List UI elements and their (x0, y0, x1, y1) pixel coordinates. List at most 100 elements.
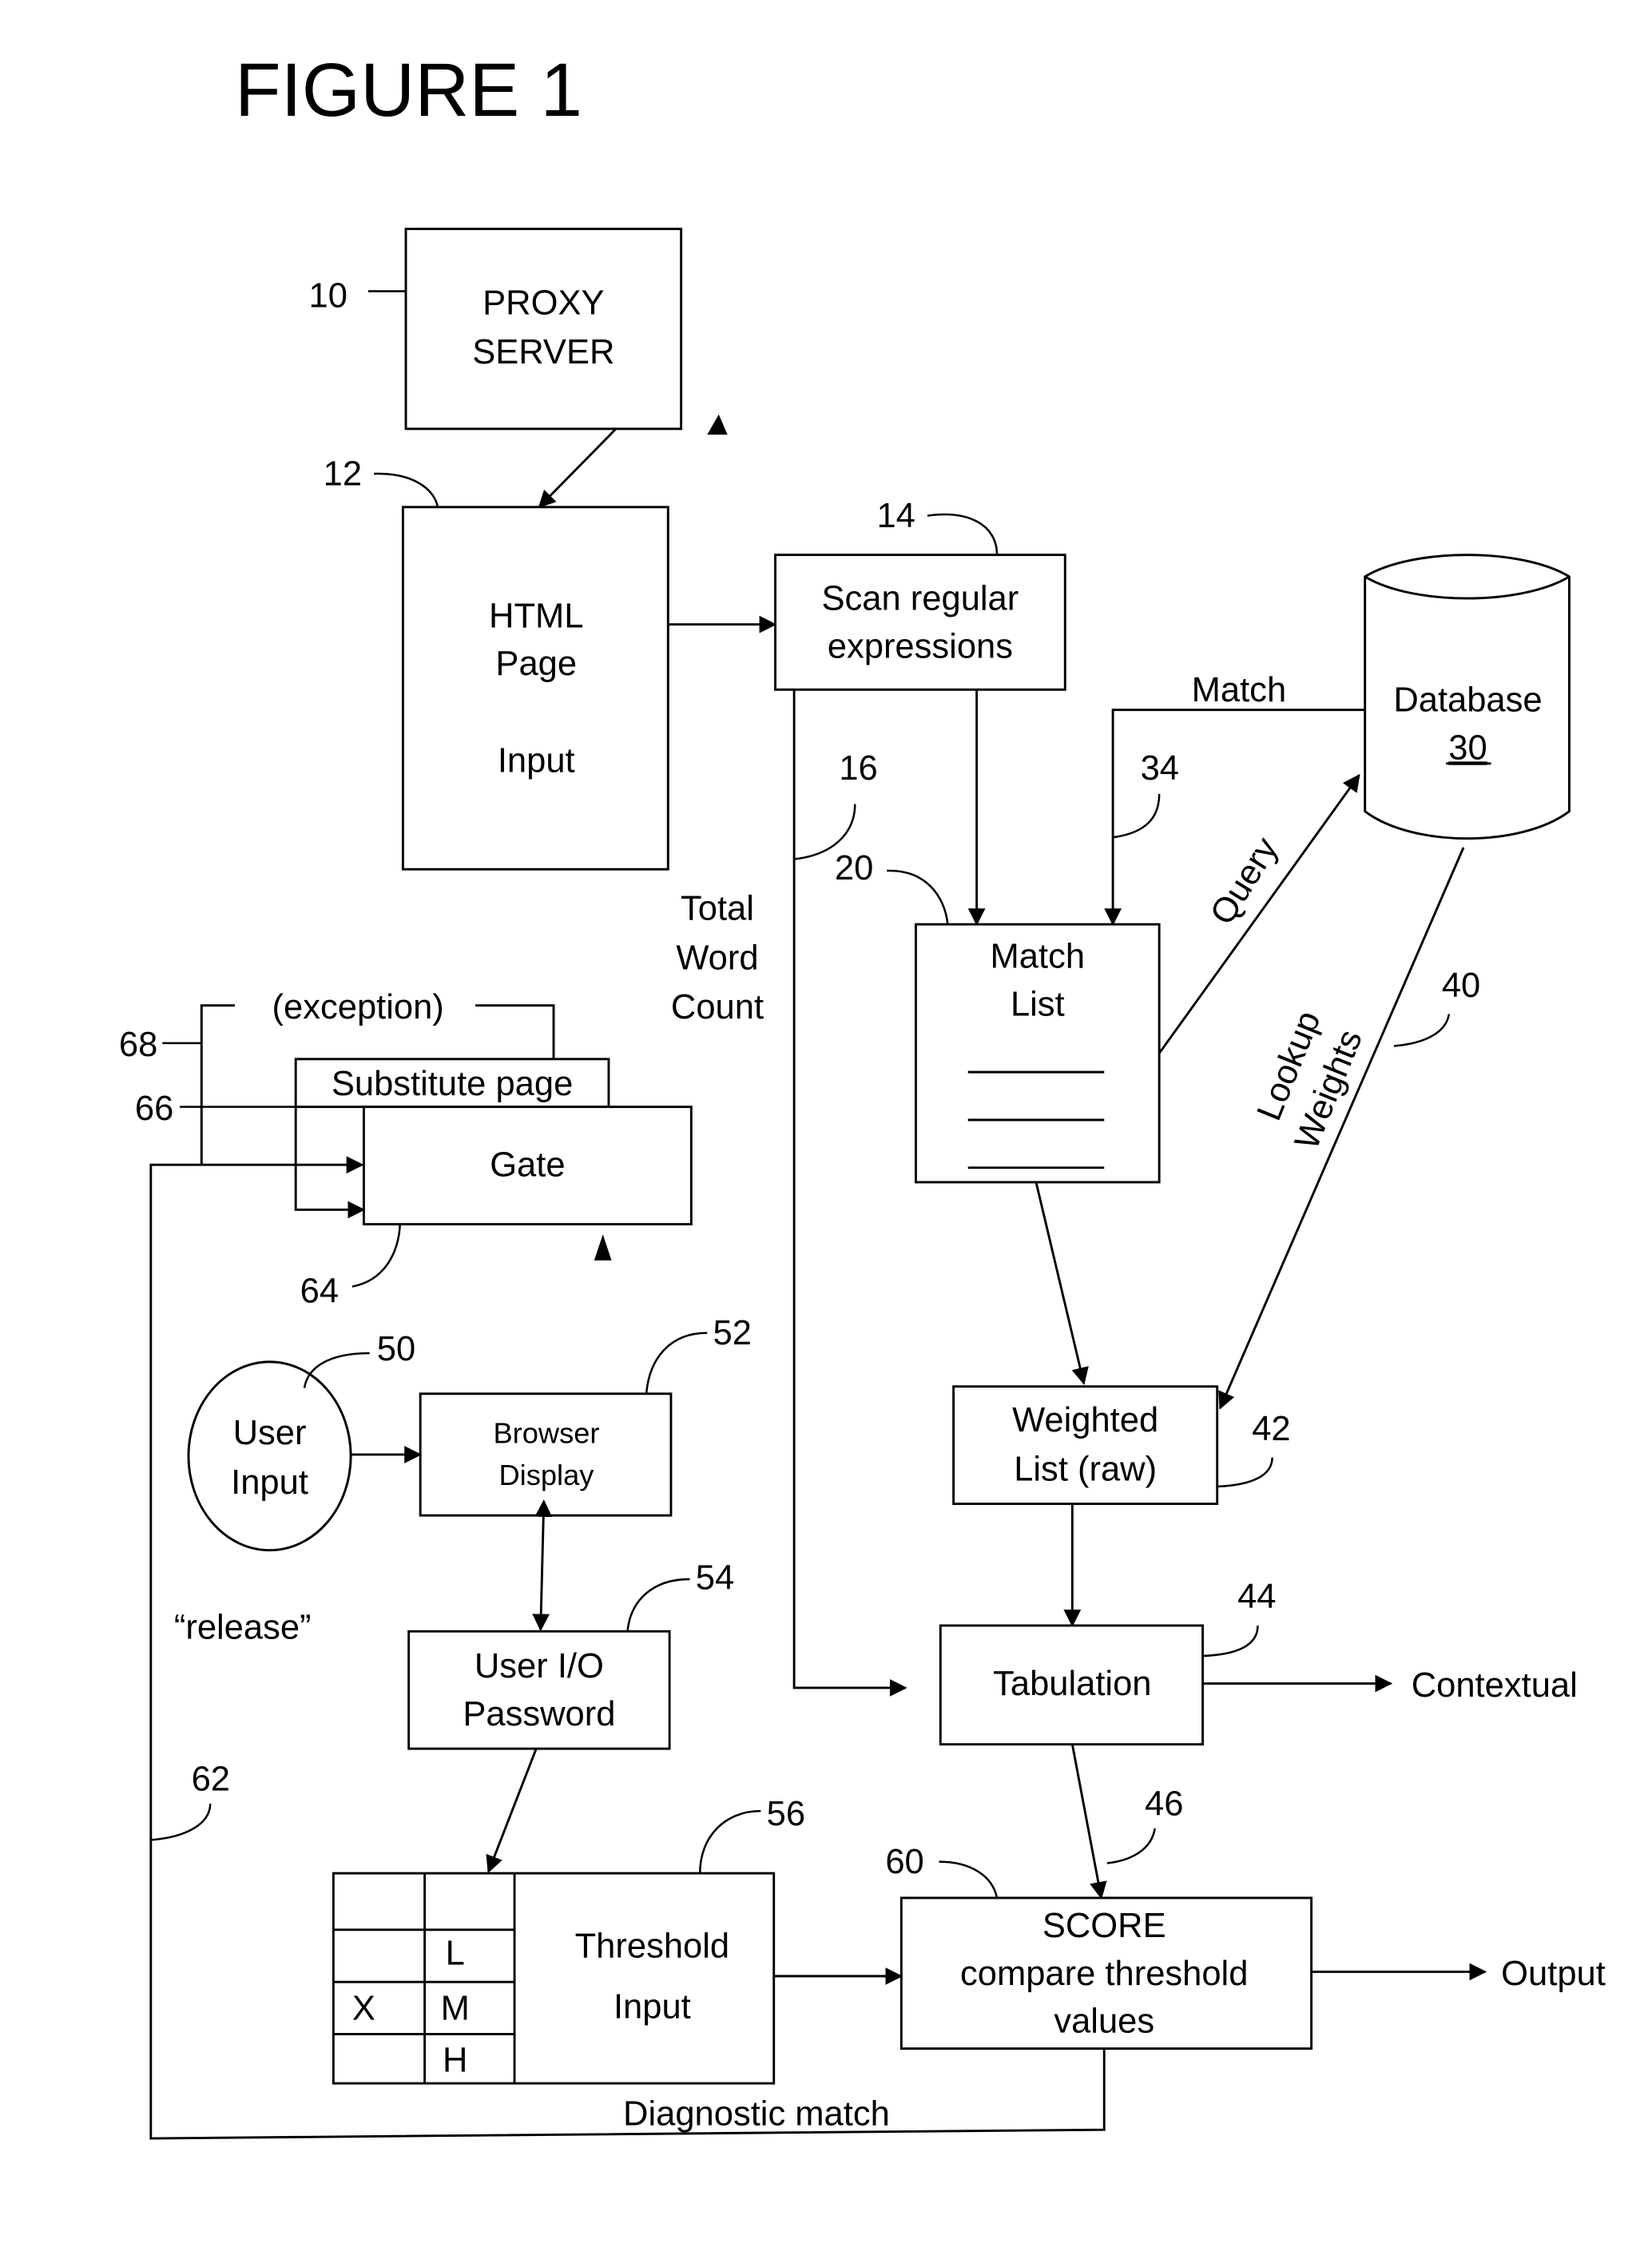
ref-50: 50 (377, 1330, 415, 1368)
gate-label: Gate (490, 1146, 565, 1185)
ref-52-leader (645, 1332, 708, 1394)
ref-60: 60 (885, 1843, 923, 1881)
release-label: “release” (174, 1608, 312, 1646)
ref-46-leader (1106, 1828, 1156, 1864)
html-page-line-3: Input (498, 742, 575, 780)
edge-matchlist-to-weighted (1034, 1181, 1089, 1385)
user-input-node: User Input (187, 1360, 352, 1552)
match-list-line-1: Match (991, 938, 1086, 976)
ref-34: 34 (1141, 749, 1179, 788)
ref-56: 56 (767, 1795, 805, 1833)
score-line-3: values (1054, 2003, 1154, 2041)
threshold-input-node: L X M H Threshold Input (332, 1872, 776, 2085)
edge-browser-userio-bidirectional (532, 1499, 553, 1632)
ref-56-leader (698, 1809, 761, 1874)
weighted-list-line-2: List (raw) (1014, 1451, 1157, 1489)
match-list-line-2: List (1011, 985, 1065, 1023)
ref-16: 16 (839, 749, 877, 788)
threshold-input-line-1: Threshold (575, 1927, 730, 1965)
total-word-count-line-3: Count (671, 988, 764, 1026)
ref-54-leader (626, 1578, 690, 1632)
ref-40-leader (1393, 1014, 1451, 1047)
query-edge-label: Query (1203, 831, 1286, 931)
ref-46: 46 (1145, 1785, 1183, 1824)
ref-64-leader (351, 1224, 402, 1288)
threshold-input-line-2: Input (614, 1987, 691, 2026)
stray-arrowhead-mark-2 (594, 1234, 612, 1261)
edge-proxy-to-html (538, 427, 618, 509)
match-edge-label: Match (1192, 671, 1287, 709)
threshold-level-high[interactable]: H (443, 2042, 467, 2080)
threshold-selected-mark[interactable]: X (352, 1989, 375, 2027)
edge-substitute-to-gate (294, 1106, 366, 1219)
total-word-count-line-1: Total (681, 890, 754, 928)
weighted-list-node: Weighted List (raw) (952, 1385, 1219, 1506)
ref-62: 62 (192, 1761, 230, 1799)
total-word-count-line-2: Word (676, 939, 758, 977)
match-list-node: Match List (914, 923, 1161, 1184)
exception-bracket-left (200, 1004, 236, 1165)
output-label: Output (1501, 1955, 1606, 1993)
weighted-list-line-1: Weighted (1012, 1401, 1158, 1439)
proxy-server-node: PROXY SERVER (404, 228, 683, 431)
ref-34-leader (1112, 793, 1161, 839)
ref-64: 64 (300, 1272, 339, 1311)
ref-42-leader (1217, 1457, 1273, 1488)
user-input-line-1: User (233, 1414, 307, 1452)
ref-40: 40 (1442, 967, 1480, 1005)
score-line-2: compare threshold (960, 1955, 1248, 1993)
ref-52: 52 (713, 1314, 752, 1352)
stray-arrowhead-mark (707, 414, 728, 435)
score-line-1: SCORE (1042, 1907, 1166, 1945)
edge-scan-to-tabulation (792, 689, 907, 1697)
contextual-label: Contextual (1412, 1666, 1578, 1705)
ref-62-leader (150, 1803, 212, 1841)
database-node: Database 30 (1364, 554, 1571, 840)
ref-66: 66 (135, 1090, 173, 1128)
ref-12: 12 (324, 455, 362, 494)
ref-10: 10 (309, 277, 347, 316)
tabulation-label: Tabulation (993, 1665, 1151, 1703)
html-page-node: HTML Page Input (401, 506, 669, 871)
threshold-level-medium[interactable]: M (441, 1989, 470, 2027)
ref-44: 44 (1237, 1578, 1276, 1616)
scan-regex-node: Scan regular expressions (774, 554, 1066, 691)
ref-20: 20 (835, 849, 873, 887)
edge-database-lookup-to-weighted (1218, 847, 1465, 1410)
exception-label: (exception) (272, 988, 444, 1026)
ref-20-leader (887, 869, 949, 925)
ref-14: 14 (876, 497, 915, 535)
gate-node: Gate (362, 1106, 693, 1226)
edge-tabulation-to-score (1070, 1744, 1107, 1900)
html-page-line-2: Page (495, 645, 577, 683)
ref-12-leader (374, 472, 439, 508)
user-io-line-2: Password (463, 1695, 615, 1733)
ref-68: 68 (119, 1026, 157, 1064)
user-io-password-node: User I/O Password (407, 1630, 671, 1750)
ref-44-leader (1202, 1625, 1259, 1658)
substitute-page-label: Substitute page (332, 1065, 573, 1103)
ref-30: 30 (1448, 729, 1487, 767)
user-input-line-2: Input (231, 1463, 308, 1502)
database-label: Database (1393, 681, 1542, 720)
ref-42: 42 (1252, 1410, 1290, 1448)
ref-54: 54 (696, 1559, 734, 1598)
edge-userio-to-threshold (486, 1748, 538, 1873)
ref-60-leader (939, 1860, 999, 1899)
browser-display-line-1: Browser (493, 1416, 599, 1449)
proxy-server-line-1: PROXY (482, 284, 604, 323)
browser-display-node: Browser Display (419, 1392, 673, 1517)
exception-bracket-right (475, 1004, 555, 1059)
scan-line-2: expressions (828, 627, 1013, 665)
proxy-server-line-2: SERVER (472, 333, 614, 371)
html-page-line-1: HTML (489, 597, 583, 635)
user-io-line-1: User I/O (475, 1647, 604, 1685)
browser-display-line-2: Display (498, 1459, 594, 1491)
threshold-level-low[interactable]: L (446, 1934, 465, 1972)
edge-matchlist-query-to-database (1158, 773, 1360, 1054)
ref-14-leader (927, 513, 999, 555)
substitute-page-node: Substitute page (294, 1058, 610, 1109)
scan-line-1: Scan regular (822, 580, 1019, 618)
figure-title: FIGURE 1 (235, 48, 582, 132)
score-node: SCORE compare threshold values (899, 1896, 1313, 2051)
